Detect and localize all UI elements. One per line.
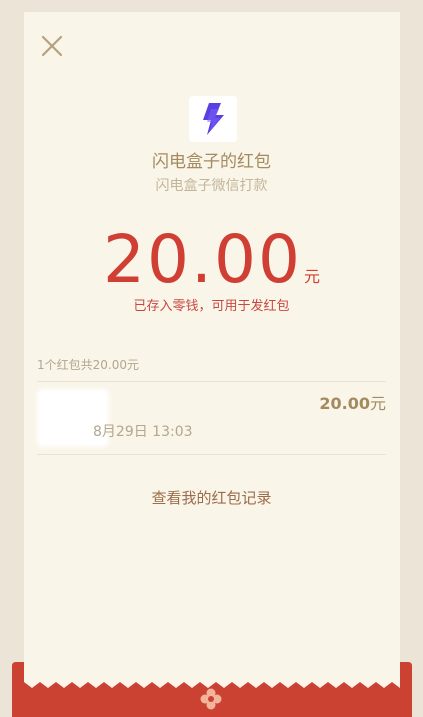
close-icon: [41, 35, 63, 57]
sender-logo: [189, 96, 237, 142]
divider: [37, 454, 386, 455]
amount-display: 20.00 元: [0, 220, 423, 300]
amount-value: 20.00: [103, 221, 302, 298]
record-amount: 20.00元: [319, 393, 386, 415]
flower-emblem-icon: [200, 688, 222, 710]
record-amount-value: 20.00: [319, 394, 370, 413]
view-my-records-link[interactable]: 查看我的红包记录: [0, 488, 423, 508]
record-time: 8月29日 13:03: [93, 424, 193, 440]
close-button[interactable]: [38, 32, 66, 60]
list-item: 8月29日 13:03 20.00元: [37, 383, 386, 453]
packet-summary: 1个红包共20.00元: [37, 358, 139, 372]
amount-unit: 元: [303, 267, 320, 286]
saved-to-balance-link[interactable]: 已存入零钱，可用于发红包: [0, 298, 423, 316]
sender-subtitle: 闪电盒子微信打款: [155, 178, 268, 194]
divider: [37, 381, 386, 382]
sender-name: 闪电盒子的红包: [152, 152, 271, 172]
record-amount-unit: 元: [369, 394, 386, 413]
lightning-bolt-icon: [203, 103, 224, 135]
